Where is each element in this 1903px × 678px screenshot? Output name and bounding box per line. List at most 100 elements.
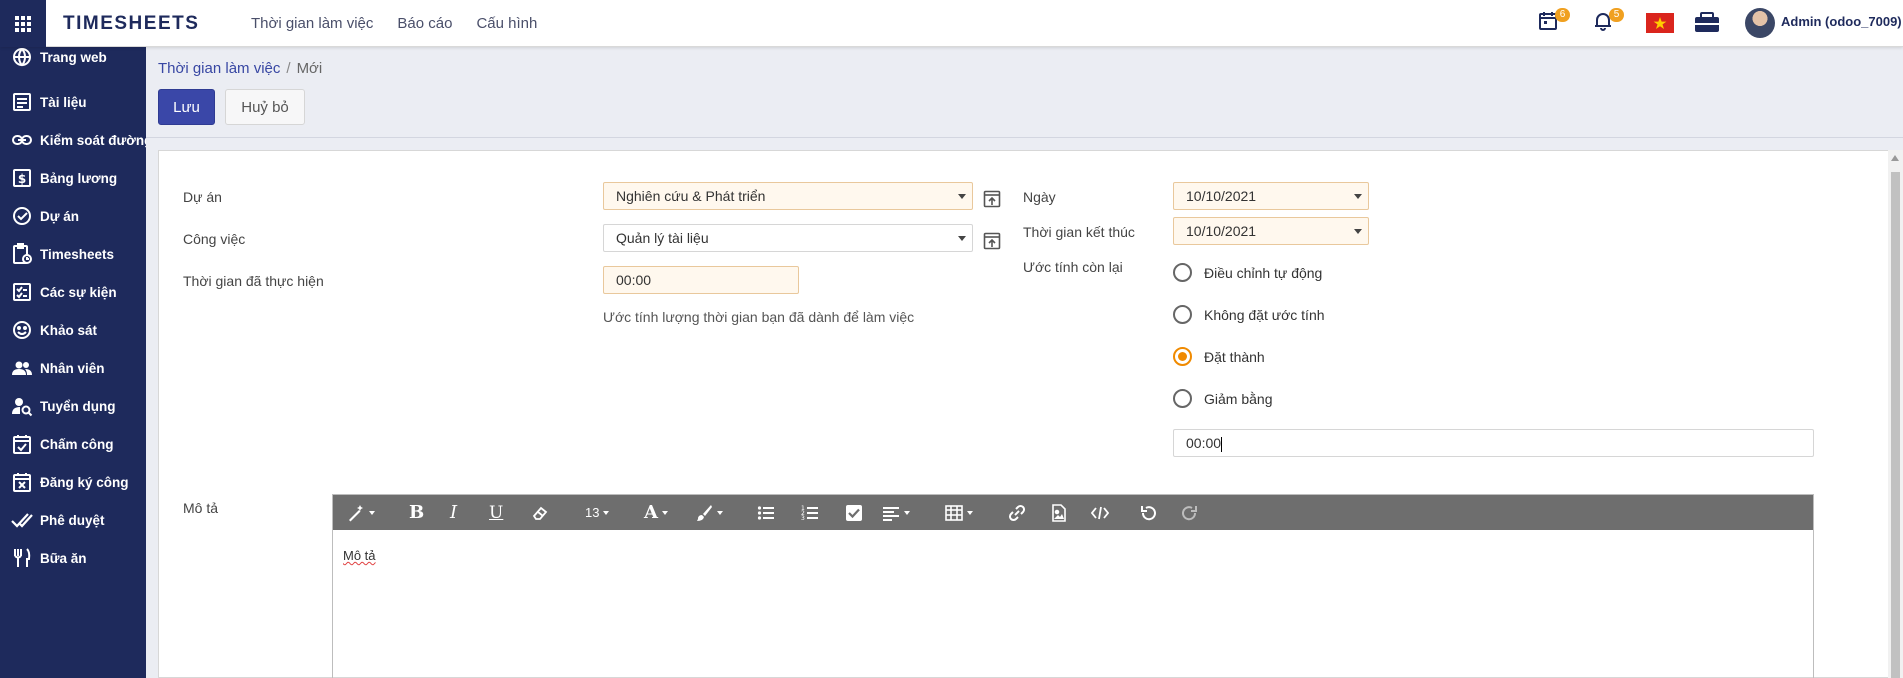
project-label: Dự án — [183, 189, 222, 205]
insert-link-button[interactable] — [1008, 495, 1026, 530]
font-size-dropdown[interactable]: 13 — [585, 495, 610, 530]
checkbox-icon — [846, 504, 862, 521]
radio-button[interactable] — [1173, 389, 1192, 408]
double-check-icon — [11, 513, 33, 528]
sidebar-item-payroll[interactable]: $ Bảng lương — [0, 159, 146, 197]
user-name[interactable]: Admin (odoo_7009) — [1781, 14, 1902, 29]
chevron-down-icon[interactable] — [1354, 229, 1362, 234]
italic-button[interactable]: I — [450, 495, 457, 530]
sidebar-item-documents[interactable]: Tài liệu — [0, 83, 146, 121]
language-flag-button[interactable] — [1646, 13, 1674, 36]
menu-item-timesheets[interactable]: Thời gian làm việc — [251, 0, 373, 47]
remaining-hours-input[interactable]: 00:00 — [1173, 429, 1814, 457]
duration-input[interactable]: 00:00 — [603, 266, 799, 294]
task-value: Quản lý tài liệu — [616, 230, 709, 246]
chevron-down-icon[interactable] — [958, 194, 966, 199]
message-count-badge: 5 — [1609, 8, 1624, 22]
sidebar-item-label: Đăng ký công — [40, 474, 129, 490]
external-link-icon[interactable] — [983, 232, 1001, 250]
sidebar-item-website[interactable]: Trang web — [0, 47, 146, 67]
svg-text:$: $ — [18, 172, 26, 186]
breadcrumb-separator: / — [286, 60, 291, 77]
sidebar-item-approvals[interactable]: Phê duyệt — [0, 501, 146, 539]
task-field[interactable]: Quản lý tài liệu — [603, 224, 973, 252]
company-switcher-button[interactable] — [1694, 12, 1720, 37]
end-date-field[interactable]: 10/10/2021 — [1173, 217, 1369, 245]
table-icon — [945, 504, 963, 521]
date-field[interactable]: 10/10/2021 — [1173, 182, 1369, 210]
underline-button[interactable]: U — [489, 495, 503, 530]
bullet-list-icon — [757, 505, 774, 520]
sidebar-item-label: Các sự kiện — [40, 284, 117, 300]
breadcrumb-current: Mới — [296, 60, 323, 77]
messaging-button[interactable]: 5 — [1592, 8, 1624, 35]
sidebar-item-timesheets[interactable]: Timesheets — [0, 235, 146, 273]
fork-knife-icon — [14, 548, 31, 567]
sidebar-item-label: Kiểm soát đường — [40, 132, 146, 148]
style-dropdown[interactable] — [347, 495, 375, 530]
sidebar-item-events[interactable]: Các sự kiện — [0, 273, 146, 311]
checklist-button[interactable] — [845, 495, 863, 530]
bullet-list-button[interactable] — [757, 495, 775, 530]
save-button[interactable]: Lưu — [158, 89, 215, 125]
radio-no-estimate[interactable]: Không đặt ước tính — [1173, 305, 1325, 324]
clipboard-clock-icon — [13, 243, 32, 264]
radio-label: Giảm bằng — [1204, 390, 1273, 407]
radio-button-selected[interactable] — [1173, 347, 1192, 366]
sidebar-item-label: Nhân viên — [40, 360, 105, 376]
sidebar-item-surveys[interactable]: Khảo sát — [0, 311, 146, 349]
radio-reduce-by[interactable]: Giảm bằng — [1173, 389, 1272, 408]
bold-button[interactable]: B — [409, 495, 424, 530]
radio-set-to[interactable]: Đặt thành — [1173, 347, 1265, 366]
breadcrumb-parent[interactable]: Thời gian làm việc — [158, 60, 280, 77]
table-dropdown[interactable] — [945, 495, 973, 530]
paragraph-align-dropdown[interactable] — [882, 495, 910, 530]
app-title[interactable]: TIMESHEETS — [63, 0, 199, 47]
menu-item-reporting[interactable]: Báo cáo — [397, 0, 452, 47]
sidebar-item-recruitment[interactable]: Tuyển dụng — [0, 387, 146, 425]
duration-value: 00:00 — [616, 272, 652, 288]
description-label: Mô tả — [183, 500, 219, 516]
discard-button[interactable]: Huỷ bỏ — [225, 89, 305, 125]
sidebar-item-attendances[interactable]: Chấm công — [0, 425, 146, 463]
project-field[interactable]: Nghiên cứu & Phát triển — [603, 182, 973, 210]
sidebar-item-work-registration[interactable]: Đăng ký công — [0, 463, 146, 501]
undo-button[interactable] — [1139, 495, 1157, 530]
insert-media-button[interactable] — [1050, 495, 1068, 530]
redo-button[interactable] — [1181, 495, 1199, 530]
radio-auto-adjust[interactable]: Điều chỉnh tự động — [1173, 263, 1322, 282]
radio-button[interactable] — [1173, 305, 1192, 324]
svg-text:3: 3 — [801, 515, 805, 522]
numbered-list-button[interactable]: 123 — [801, 495, 819, 530]
code-view-button[interactable] — [1091, 495, 1109, 530]
chevron-down-icon[interactable] — [1354, 194, 1362, 199]
highlight-dropdown[interactable] — [695, 495, 723, 530]
radio-button[interactable] — [1173, 263, 1192, 282]
clear-format-button[interactable] — [531, 495, 549, 530]
scrollbar[interactable] — [1888, 150, 1903, 678]
scroll-up-arrow-icon[interactable] — [1891, 155, 1899, 161]
sidebar-item-employees[interactable]: Nhân viên — [0, 349, 146, 387]
description-editor[interactable]: B I U 13 A 123 Mô tả — [332, 494, 1814, 678]
sidebar-item-meals[interactable]: Bữa ăn — [0, 539, 146, 577]
external-link-icon[interactable] — [983, 190, 1001, 208]
top-menu: Thời gian làm việc Báo cáo Cấu hình — [251, 0, 561, 47]
people-icon — [12, 361, 32, 375]
font-color-dropdown[interactable]: A — [644, 495, 668, 530]
menu-item-configuration[interactable]: Cấu hình — [476, 0, 537, 47]
document-icon — [13, 93, 31, 111]
sidebar-item-link-tracker[interactable]: Kiểm soát đường — [0, 121, 146, 159]
sidebar-item-project[interactable]: Dự án — [0, 197, 146, 235]
briefcase-icon — [1695, 12, 1719, 32]
description-placeholder: Mô tả — [343, 548, 376, 563]
user-menu-button[interactable] — [1745, 8, 1775, 38]
description-content[interactable]: Mô tả — [333, 530, 1813, 581]
checklist-icon — [13, 283, 31, 301]
link-icon — [1008, 504, 1026, 521]
top-navbar: TIMESHEETS Thời gian làm việc Báo cáo Cấ… — [0, 0, 1903, 47]
chevron-down-icon[interactable] — [958, 236, 966, 241]
sidebar: Trang web Tài liệu Kiểm soát đường $ Bản… — [0, 47, 146, 678]
activity-button[interactable]: 6 — [1538, 8, 1570, 35]
apps-menu-button[interactable] — [0, 0, 46, 47]
scrollbar-thumb[interactable] — [1891, 172, 1900, 678]
